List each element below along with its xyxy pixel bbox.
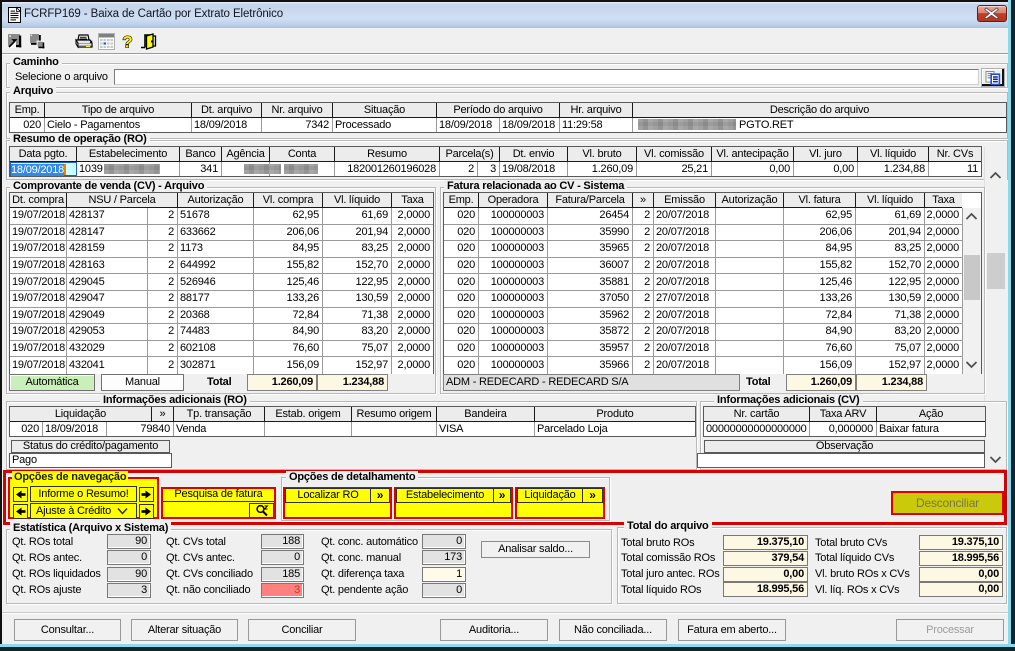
svg-text:?: ? — [122, 33, 132, 52]
